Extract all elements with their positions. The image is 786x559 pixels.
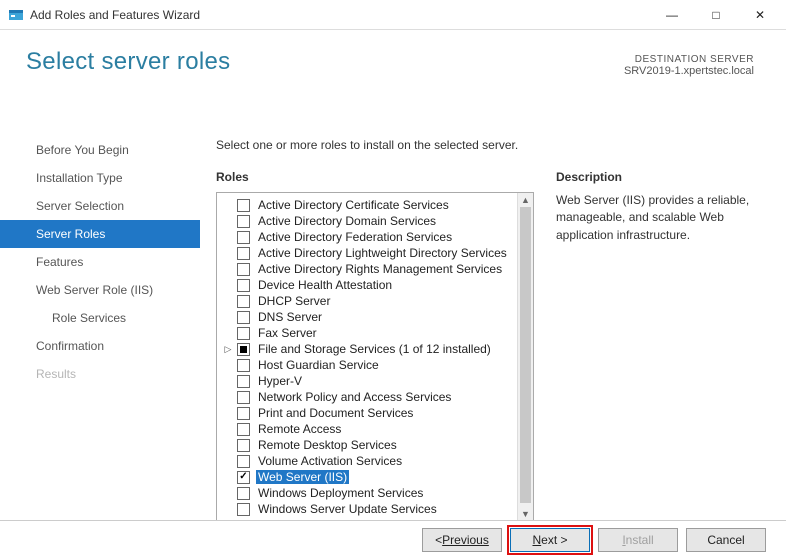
destination-value: SRV2019-1.xpertstec.local [624,65,754,77]
role-row[interactable]: Active Directory Federation Services [219,229,515,245]
role-row[interactable]: Fax Server [219,325,515,341]
wizard-nav: Before You BeginInstallation TypeServer … [0,136,200,388]
role-checkbox[interactable] [237,439,250,452]
minimize-button[interactable]: — [650,1,694,29]
role-row[interactable]: DNS Server [219,309,515,325]
role-row[interactable]: Active Directory Domain Services [219,213,515,229]
role-row[interactable]: Active Directory Certificate Services [219,197,515,213]
role-label: Hyper-V [256,374,304,388]
role-label: Remote Desktop Services [256,438,399,452]
nav-item-before-you-begin[interactable]: Before You Begin [0,136,200,164]
description-text: Web Server (IIS) provides a reliable, ma… [556,192,756,244]
roles-listbox: Active Directory Certificate Services Act… [216,192,534,522]
nav-item-installation-type[interactable]: Installation Type [0,164,200,192]
role-row[interactable]: Web Server (IIS) [219,469,515,485]
cancel-button[interactable]: Cancel [686,528,766,552]
content-area: Select server roles DESTINATION SERVER S… [0,30,786,520]
role-checkbox[interactable] [237,487,250,500]
role-row[interactable]: Network Policy and Access Services [219,389,515,405]
wizard-footer: < Previous Next > Install Cancel [0,520,786,559]
roles-heading: Roles [216,170,534,184]
role-label: Fax Server [256,326,319,340]
maximize-button[interactable]: □ [694,1,738,29]
role-label: Windows Server Update Services [256,502,439,516]
title-bar: Add Roles and Features Wizard — □ ✕ [0,0,786,30]
scroll-up-icon[interactable]: ▲ [518,193,533,207]
role-label: Print and Document Services [256,406,415,420]
role-checkbox[interactable] [237,327,250,340]
role-checkbox[interactable] [237,295,250,308]
role-label: Network Policy and Access Services [256,390,453,404]
destination-block: DESTINATION SERVER SRV2019-1.xpertstec.l… [624,54,754,77]
destination-label: DESTINATION SERVER [624,54,754,65]
role-checkbox[interactable] [237,343,250,356]
role-checkbox[interactable] [237,247,250,260]
role-label: File and Storage Services (1 of 12 insta… [256,342,493,356]
role-checkbox[interactable] [237,407,250,420]
roles-scrollbar[interactable]: ▲ ▼ [517,193,533,521]
role-label: Windows Deployment Services [256,486,425,500]
role-row[interactable]: Remote Access [219,421,515,437]
nav-item-role-services[interactable]: Role Services [0,304,200,332]
instruction-text: Select one or more roles to install on t… [216,138,756,152]
role-row[interactable]: ▷ File and Storage Services (1 of 12 inst… [219,341,515,357]
expand-icon[interactable]: ▷ [223,344,233,355]
previous-button[interactable]: < Previous [422,528,502,552]
role-label: DHCP Server [256,294,332,308]
nav-item-server-selection[interactable]: Server Selection [0,192,200,220]
role-label: DNS Server [256,310,324,324]
role-checkbox[interactable] [237,311,250,324]
role-checkbox[interactable] [237,503,250,516]
app-icon [8,7,24,23]
role-checkbox[interactable] [237,455,250,468]
role-label: Active Directory Certificate Services [256,198,451,212]
role-checkbox[interactable] [237,471,250,484]
role-label: Volume Activation Services [256,454,404,468]
role-checkbox[interactable] [237,423,250,436]
scroll-down-icon[interactable]: ▼ [518,507,533,521]
role-row[interactable]: DHCP Server [219,293,515,309]
role-checkbox[interactable] [237,263,250,276]
role-label: Active Directory Lightweight Directory S… [256,246,509,260]
description-heading: Description [556,170,756,184]
role-label: Active Directory Federation Services [256,230,454,244]
role-label: Device Health Attestation [256,278,394,292]
nav-item-features[interactable]: Features [0,248,200,276]
scroll-thumb[interactable] [520,207,531,503]
role-checkbox[interactable] [237,231,250,244]
role-checkbox[interactable] [237,391,250,404]
role-row[interactable]: Volume Activation Services [219,453,515,469]
role-label: Remote Access [256,422,343,436]
role-row[interactable]: Active Directory Lightweight Directory S… [219,245,515,261]
role-row[interactable]: Windows Deployment Services [219,485,515,501]
close-button[interactable]: ✕ [738,1,782,29]
role-row[interactable]: Print and Document Services [219,405,515,421]
role-checkbox[interactable] [237,215,250,228]
role-row[interactable]: Host Guardian Service [219,357,515,373]
role-checkbox[interactable] [237,359,250,372]
nav-item-confirmation[interactable]: Confirmation [0,332,200,360]
next-button[interactable]: Next > [510,528,590,552]
window-title: Add Roles and Features Wizard [30,8,650,22]
role-row[interactable]: Active Directory Rights Management Servi… [219,261,515,277]
main-panel: Select one or more roles to install on t… [216,138,756,522]
role-label: Host Guardian Service [256,358,381,372]
role-checkbox[interactable] [237,375,250,388]
nav-item-server-roles[interactable]: Server Roles [0,220,200,248]
role-checkbox[interactable] [237,279,250,292]
role-label: Active Directory Rights Management Servi… [256,262,504,276]
role-label: Active Directory Domain Services [256,214,438,228]
role-label: Web Server (IIS) [256,470,349,484]
role-checkbox[interactable] [237,199,250,212]
nav-item-results: Results [0,360,200,388]
install-button[interactable]: Install [598,528,678,552]
role-row[interactable]: Windows Server Update Services [219,501,515,517]
role-row[interactable]: Remote Desktop Services [219,437,515,453]
role-row[interactable]: Device Health Attestation [219,277,515,293]
nav-item-web-server-role-iis-[interactable]: Web Server Role (IIS) [0,276,200,304]
role-row[interactable]: Hyper-V [219,373,515,389]
